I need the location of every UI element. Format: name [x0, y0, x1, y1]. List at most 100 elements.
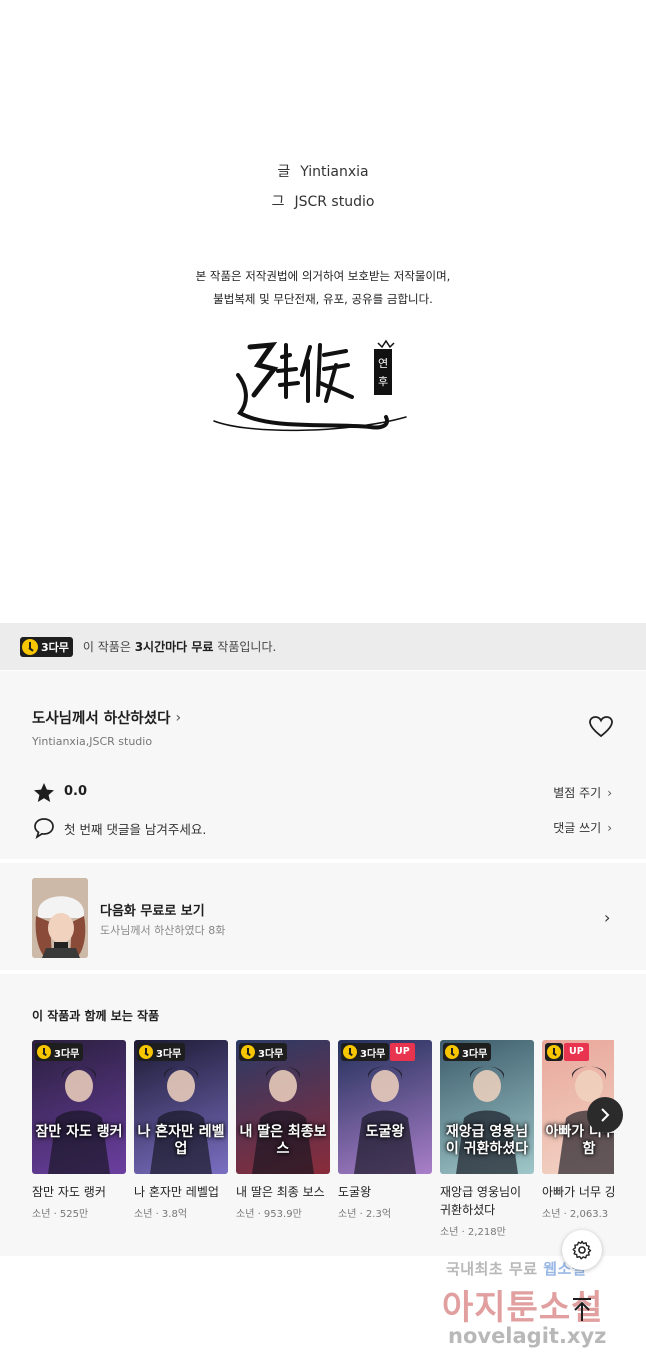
clock-badge — [545, 1043, 563, 1061]
next-episode-title: 다음화 무료로 보기 — [100, 904, 205, 919]
svg-text:연: 연 — [378, 357, 388, 370]
free-notice: 이 작품은 3시간마다 무료 작품입니다. — [83, 638, 276, 655]
related-card-title: 잠만 자도 랭커 — [32, 1185, 106, 1199]
clock-icon — [445, 1045, 459, 1059]
artist-name: JSCR studio — [294, 194, 375, 210]
credits-area: 글 Yintianxia 그 JSCR studio 본 작품은 저작권법에 의거하… — [0, 0, 646, 623]
free-badge-label: 3다무 — [462, 1048, 488, 1060]
rate-button-label: 별점 주기 — [553, 786, 602, 800]
artist-credit: 그 JSCR studio — [0, 191, 646, 211]
comment-button[interactable]: 댓글 쓰기 › — [553, 819, 612, 836]
scroll-top-button[interactable] — [566, 1294, 598, 1326]
rate-button[interactable]: 별점 주기 › — [553, 784, 612, 801]
writer-name: Yintianxia — [300, 164, 369, 180]
related-card[interactable]: 3다무 재앙급 영웅님이 귀환하셨다 재앙급 영웅님이 귀환하셨다 소년 · 2,21… — [440, 1040, 534, 1238]
watermark: 국내최초 무료 웹소설 아지툰소설 novelagit.xyz — [440, 1258, 630, 1358]
related-card-meta: 소년 · 953.9만 — [236, 1209, 302, 1220]
arrow-up-icon — [573, 1298, 591, 1321]
star-icon — [34, 783, 54, 802]
free-badge-label: 3다무 — [258, 1048, 284, 1060]
free-badge: 3다무 — [341, 1043, 390, 1061]
cover-title-text: 재앙급 영웅님이 귀환하셨다 — [445, 1124, 529, 1157]
free-banner: 3다무 이 작품은 3시간마다 무료 작품입니다. — [0, 623, 646, 670]
related-card-meta: 소년 · 2.3억 — [338, 1209, 392, 1220]
next-episode-subtitle: 도사님께서 하산하였다 8화 — [100, 924, 226, 937]
free-badge: 3다무 — [137, 1043, 186, 1061]
related-card-title: 도굴왕 — [338, 1185, 372, 1199]
up-badge: UP — [564, 1043, 589, 1061]
clock-icon — [241, 1045, 255, 1059]
series-title-link[interactable]: 도사님께서 하산하셨다 › — [32, 707, 181, 728]
gear-icon — [572, 1240, 592, 1260]
related-card[interactable]: 3다무 잠만 자도 랭커 잠만 자도 랭커 소년 · 525만 — [32, 1040, 126, 1220]
free-badge-label: 3다무 — [360, 1048, 386, 1060]
up-badge: UP — [390, 1043, 415, 1061]
chevron-right-icon: › — [607, 786, 612, 800]
chevron-right-icon: › — [604, 908, 611, 927]
chevron-right-icon — [601, 1108, 610, 1122]
watermark-line-3: novelagit.xyz — [448, 1324, 607, 1348]
related-card-cover: 3다무잠만 자도 랭커 — [32, 1040, 126, 1174]
writer-key: 글 — [277, 164, 291, 180]
related-card-meta: 소년 · 525만 — [32, 1209, 89, 1220]
cover-title-text: 도굴왕 — [365, 1124, 405, 1140]
comment-button-label: 댓글 쓰기 — [553, 821, 602, 835]
free-badge: 3다무 — [35, 1043, 84, 1061]
related-carousel: 3다무 잠만 자도 랭커 잠만 자도 랭커 소년 · 525만 3다무 나 혼자만 레벨업… — [32, 1040, 614, 1250]
next-episode-thumbnail — [32, 878, 88, 958]
carousel-next-button[interactable] — [587, 1097, 623, 1133]
comment-prompt: 첫 번째 댓글을 남겨주세요. — [64, 822, 207, 837]
writer-credit: 글 Yintianxia — [0, 161, 646, 181]
related-card-title: 나 혼자만 레벨업 — [134, 1185, 219, 1199]
cover-title-text: 내 딸은 최종보스 — [239, 1124, 327, 1157]
free-badge-label: 3다무 — [156, 1048, 182, 1060]
artist-key: 그 — [271, 194, 285, 210]
clock-icon — [547, 1045, 561, 1059]
next-episode-row[interactable]: 다음화 무료로 보기 도사님께서 하산하였다 8화 › — [0, 863, 646, 970]
copyright-notice: 본 작품은 저작권법에 의거하여 보호받는 저작물이며, 불법복제 및 무단전재… — [0, 265, 646, 311]
clock-icon — [139, 1045, 153, 1059]
related-card-cover: 3다무 UP 도굴왕 — [338, 1040, 432, 1174]
series-title: 도사님께서 하산하셨다 — [32, 711, 171, 727]
free-notice-after: 작품입니다. — [213, 640, 277, 654]
heart-icon[interactable] — [588, 715, 614, 739]
comment-icon — [34, 818, 54, 839]
clock-icon — [37, 1045, 51, 1059]
copyright-line-2: 불법복제 및 무단전재, 유포, 공유를 금합니다. — [213, 292, 433, 306]
rating-score: 0.0 — [64, 784, 88, 799]
related-card-meta: 소년 · 3.8억 — [134, 1209, 188, 1220]
free-badge: 3다무 — [20, 636, 73, 657]
related-card-title: 내 딸은 최종 보스 — [236, 1185, 325, 1199]
related-card-meta: 소년 · 2,063.3 — [542, 1209, 609, 1220]
clock-icon — [343, 1045, 357, 1059]
clock-icon — [22, 638, 38, 655]
related-heading: 이 작품과 함께 보는 작품 — [32, 1009, 160, 1023]
free-notice-bold: 3시간마다 무료 — [134, 640, 214, 654]
watermark-line-1a: 국내최초 무료 — [446, 1260, 544, 1278]
related-card[interactable]: 3다무내 딸은 최종보스내 딸은 최종 보스소년 · 953.9만 — [236, 1040, 330, 1220]
related-card-title: 재앙급 영웅님이 귀환하셨다 — [440, 1185, 522, 1217]
chevron-right-icon: › — [607, 821, 612, 835]
svg-text:후: 후 — [378, 375, 388, 388]
related-card-cover: 3다무내 딸은 최종보스 — [236, 1040, 330, 1174]
free-badge-label: 3다무 — [41, 640, 69, 654]
series-info-card: 도사님께서 하산하셨다 › Yintianxia,JSCR studio 0.0… — [0, 671, 646, 859]
publisher-logo: 연 후 — [213, 339, 407, 432]
cover-title-text: 잠만 자도 랭커 — [35, 1124, 123, 1140]
cover-title-text: 나 혼자만 레벨업 — [137, 1124, 225, 1157]
free-notice-before: 이 작품은 — [82, 640, 135, 654]
related-card-title: 아빠가 너무 강 — [542, 1185, 614, 1199]
related-card-cover: 3다무재앙급 영웅님이 귀환하셨다 — [440, 1040, 534, 1174]
free-badge-label: 3다무 — [54, 1048, 80, 1060]
copyright-line-1: 본 작품은 저작권법에 의거하여 보호받는 저작물이며, — [195, 269, 451, 283]
settings-button[interactable] — [562, 1230, 602, 1270]
free-badge: 3다무 — [239, 1043, 288, 1061]
chevron-right-icon: › — [175, 709, 182, 726]
free-badge: 3다무 — [443, 1043, 492, 1061]
related-card[interactable]: 3다무 나 혼자만 레벨업 나 혼자만 레벨업 소년 · 3.8억 — [134, 1040, 228, 1220]
series-authors: Yintianxia,JSCR studio — [32, 735, 153, 748]
related-card[interactable]: 3다무 UP 도굴왕 도굴왕 소년 · 2.3억 — [338, 1040, 432, 1220]
related-card-meta: 소년 · 2,218만 — [440, 1227, 506, 1238]
related-card-cover: 3다무나 혼자만 레벨업 — [134, 1040, 228, 1174]
related-works-section: 이 작품과 함께 보는 작품 3다무 잠만 자도 랭커 잠만 자도 랭커 소년 · 5… — [0, 974, 646, 1256]
